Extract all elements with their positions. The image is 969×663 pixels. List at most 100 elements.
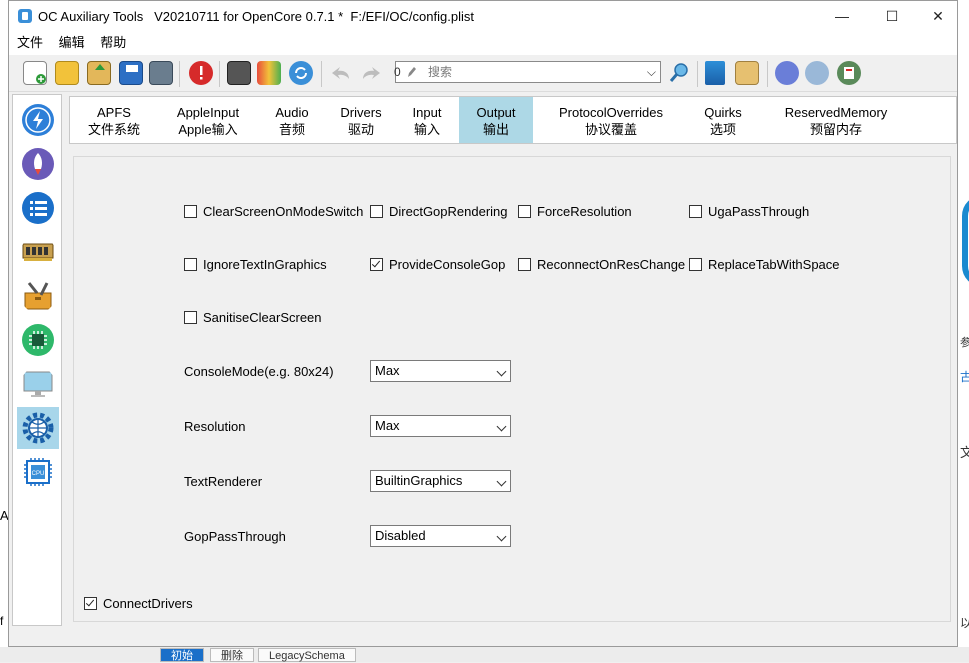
goppassthrough-select[interactable]: Disabled <box>370 525 511 547</box>
checkbox[interactable] <box>370 258 383 271</box>
sidebar-item-platforminfo[interactable] <box>17 363 59 405</box>
tab-audio[interactable]: Audio 音频 <box>265 97 319 143</box>
checkbox[interactable] <box>689 205 702 218</box>
database-icon[interactable] <box>705 61 725 85</box>
select-value: Max <box>375 363 400 378</box>
tab-sublabel: 协议覆盖 <box>584 122 637 137</box>
checkbox-sanitiseclearscreen[interactable]: SanitiseClearScreen <box>184 310 322 325</box>
checkbox-clearscreenonmodeswitch[interactable]: ClearScreenOnModeSwitch <box>184 204 363 219</box>
minimize-button[interactable]: — <box>819 1 865 31</box>
folder-open-icon[interactable] <box>735 61 759 85</box>
tab-output[interactable]: Output 输出 <box>459 97 533 143</box>
sidebar-item-acpi[interactable] <box>17 99 59 141</box>
refresh-icon[interactable] <box>289 61 313 85</box>
toolbar: 0 ⌵ <box>9 55 957 92</box>
checkbox[interactable] <box>184 311 197 324</box>
menu-help[interactable]: 帮助 <box>94 31 132 55</box>
checkbox-reconnectonreschange[interactable]: ReconnectOnResChange <box>518 257 685 272</box>
checkbox[interactable] <box>689 258 702 271</box>
sidebar-item-misc[interactable] <box>17 275 59 317</box>
tab-label: Quirks <box>704 105 742 120</box>
search-box[interactable]: 0 ⌵ <box>394 61 661 83</box>
menu-bar: 文件 编辑 帮助 <box>9 31 957 55</box>
background-left-strip: A f <box>0 0 9 662</box>
sidebar-item-kernel[interactable] <box>17 231 59 273</box>
resolution-select[interactable]: Max <box>370 415 511 437</box>
background-tab: 删除 <box>210 648 254 662</box>
toolbar-separator <box>219 61 220 87</box>
checkbox-provideconsolegop[interactable]: ProvideConsoleGop <box>370 257 505 272</box>
kext-manager-icon[interactable] <box>257 61 281 85</box>
tab-label: ReservedMemory <box>784 105 888 120</box>
maximize-button[interactable]: ☐ <box>869 1 915 31</box>
checkbox-label: ClearScreenOnModeSwitch <box>203 204 364 219</box>
background-text: f <box>0 614 4 628</box>
background-text: 文 <box>960 445 969 460</box>
open-recent-icon[interactable] <box>87 61 111 85</box>
mount-efi-icon[interactable] <box>227 61 251 85</box>
tab-label: Input <box>412 105 442 120</box>
tab-appleinput[interactable]: AppleInput Apple输入 <box>167 97 249 143</box>
sidebar-item-cpu[interactable]: CPU <box>17 451 59 493</box>
sidebar-item-nvram[interactable] <box>17 319 59 361</box>
background-right-strip: 参 古 文 以 <box>958 0 969 662</box>
redo-icon[interactable] <box>359 61 383 85</box>
sidebar-item-booter[interactable] <box>17 143 59 185</box>
lightning-icon <box>22 104 54 136</box>
select-value: Max <box>375 418 400 433</box>
globe-icon[interactable] <box>775 61 799 85</box>
tab-sublabel: 选项 <box>709 122 736 137</box>
undo-icon[interactable] <box>329 61 353 85</box>
output-panel: ClearScreenOnModeSwitch DirectGopRenderi… <box>73 156 951 622</box>
tab-label: AppleInput <box>176 105 240 120</box>
checkbox-label: SanitiseClearScreen <box>203 310 322 325</box>
tab-sublabel: 文件系统 <box>87 122 140 137</box>
checkbox[interactable] <box>518 205 531 218</box>
tab-drivers[interactable]: Drivers 驱动 <box>333 97 389 143</box>
checkbox-directgoprendering[interactable]: DirectGopRendering <box>370 204 508 219</box>
checkbox[interactable] <box>184 205 197 218</box>
checkbox[interactable] <box>84 597 97 610</box>
checkbox-ignoretextingraphics[interactable]: IgnoreTextInGraphics <box>184 257 327 272</box>
save-icon[interactable] <box>119 61 143 85</box>
tab-protocoloverrides[interactable]: ProtocolOverrides 协议覆盖 <box>548 97 674 143</box>
checkbox-connectdrivers[interactable]: ConnectDrivers <box>84 596 193 611</box>
checkbox[interactable] <box>184 258 197 271</box>
tab-label: Drivers <box>340 105 382 120</box>
tab-reservedmemory[interactable]: ReservedMemory 预留内存 <box>775 97 897 143</box>
tab-quirks[interactable]: Quirks 选项 <box>694 97 752 143</box>
tab-apfs[interactable]: APFS 文件系统 <box>79 97 149 143</box>
resolution-label: Resolution <box>184 419 246 434</box>
textrenderer-select[interactable]: BuiltinGraphics <box>370 470 511 492</box>
menu-edit[interactable]: 编辑 <box>53 31 91 55</box>
sidebar-item-deviceproperties[interactable] <box>17 187 59 229</box>
checkbox-forceresolution[interactable]: ForceResolution <box>518 204 632 219</box>
background-tab: LegacySchema <box>258 648 356 662</box>
search-input[interactable] <box>428 63 628 81</box>
close-button[interactable]: ✕ <box>915 1 961 31</box>
error-check-icon[interactable] <box>189 61 213 85</box>
checkbox-label: ReconnectOnResChange <box>537 257 686 272</box>
checkbox[interactable] <box>518 258 531 271</box>
rocket-icon <box>22 148 54 180</box>
network-icon[interactable] <box>805 61 829 85</box>
tab-input[interactable]: Input 输入 <box>403 97 451 143</box>
menu-file[interactable]: 文件 <box>11 31 49 55</box>
settings-icon[interactable] <box>837 61 861 85</box>
chevron-down-icon[interactable]: ⌵ <box>647 65 656 80</box>
titlebar: OC Auxiliary Tools V20210711 for OpenCor… <box>9 1 957 31</box>
open-folder-icon[interactable] <box>55 61 79 85</box>
sidebar-item-uefi[interactable] <box>17 407 59 449</box>
toolbox-icon <box>24 282 52 310</box>
new-file-icon[interactable] <box>23 61 47 85</box>
consolemode-select[interactable]: Max <box>370 360 511 382</box>
checkbox[interactable] <box>370 205 383 218</box>
checkbox-label: ReplaceTabWithSpace <box>708 257 840 272</box>
sidebar: CPU <box>12 94 62 626</box>
checkbox-replacetabwithspace[interactable]: ReplaceTabWithSpace <box>689 257 840 272</box>
chevron-down-icon <box>496 421 507 432</box>
save-as-icon[interactable] <box>149 61 173 85</box>
tab-sublabel: 音频 <box>278 122 305 137</box>
checkbox-ugapassthrough[interactable]: UgaPassThrough <box>689 204 809 219</box>
search-icon[interactable] <box>667 61 691 85</box>
